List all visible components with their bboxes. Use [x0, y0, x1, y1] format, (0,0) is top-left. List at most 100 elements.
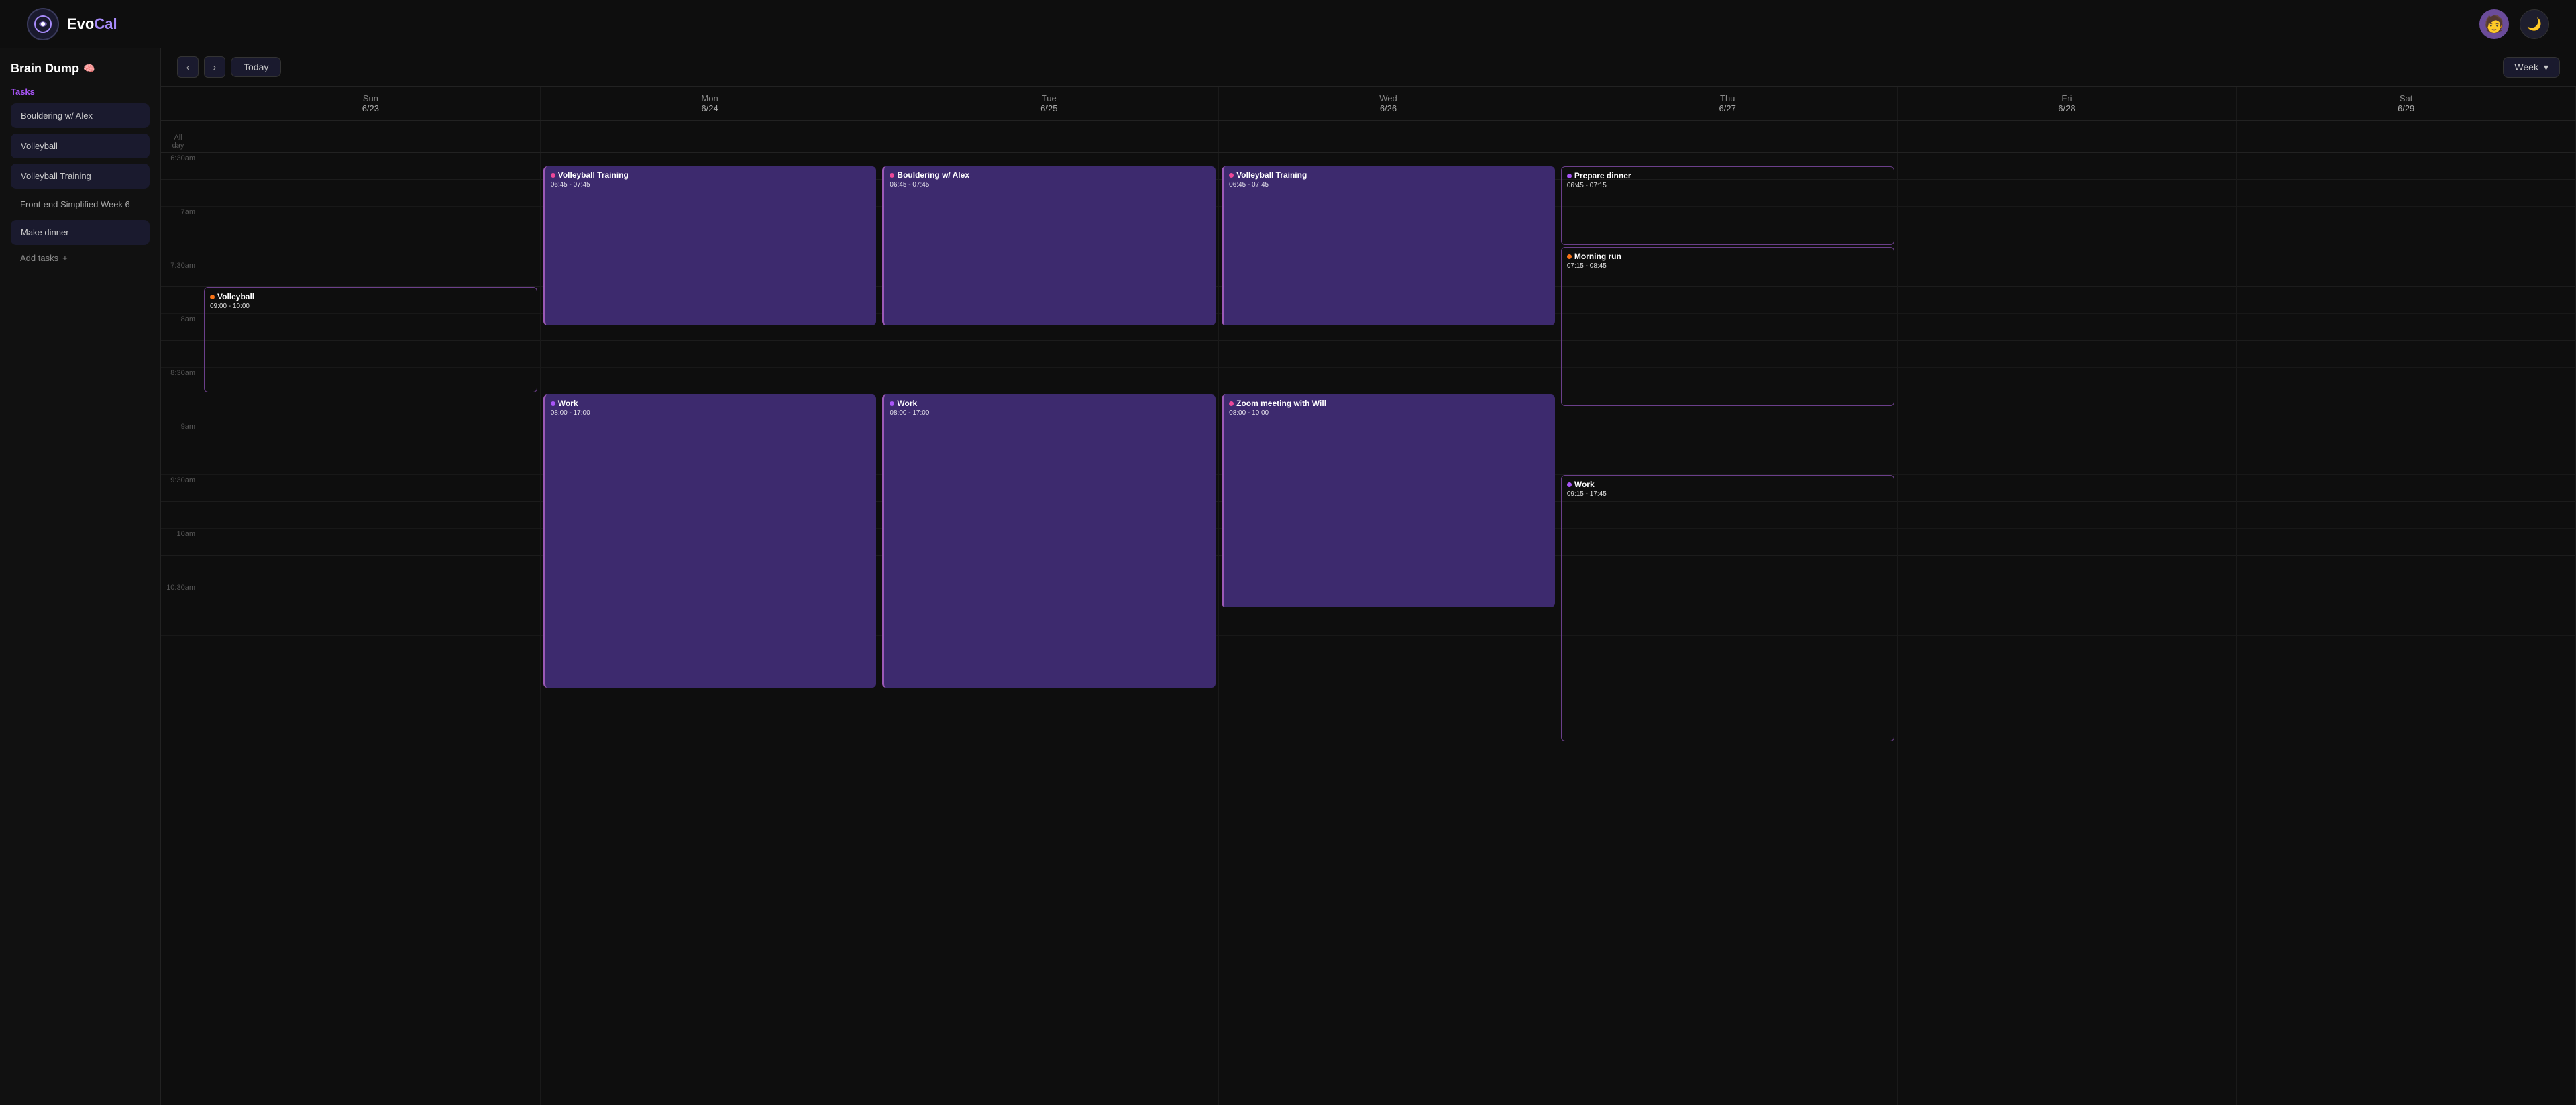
all-day-label: All day [161, 121, 201, 152]
avatar[interactable]: 🧑 [2479, 9, 2509, 39]
event-time: 06:45 - 07:45 [551, 181, 871, 189]
brain-dump-title: Brain Dump 🧠 [11, 62, 150, 76]
day-slot-5-7 [1898, 341, 2237, 368]
time-slot-half-9 [161, 394, 201, 421]
day-slot-6-17 [2237, 609, 2575, 636]
day-col-sun: Volleyball 09:00 - 10:00 [201, 153, 541, 1105]
day-slot-6-13 [2237, 502, 2575, 529]
time-column: 6:30am7am7:30am8am8:30am9am9:30am10am10:… [161, 153, 201, 1105]
time-label-8-30am: 8:30am [161, 368, 201, 394]
logo-area: EvoCal [27, 8, 117, 40]
event-4-0[interactable]: Prepare dinner 06:45 - 07:15 [1561, 166, 1894, 245]
day-col-sat [2237, 153, 2576, 1105]
all-day-mon [541, 121, 880, 152]
event-title: Bouldering w/ Alex [890, 170, 1210, 180]
day-slot-5-2 [1898, 207, 2237, 233]
day-slot-6-0 [2237, 153, 2575, 180]
event-time: 09:15 - 17:45 [1567, 490, 1888, 498]
event-title: Volleyball Training [551, 170, 871, 180]
day-col-thu: Prepare dinner 06:45 - 07:15 Morning run… [1558, 153, 1898, 1105]
event-3-1[interactable]: Zoom meeting with Will 08:00 - 10:00 [1222, 394, 1555, 607]
theme-toggle-button[interactable]: 🌙 [2520, 9, 2549, 39]
event-4-1[interactable]: Morning run 07:15 - 08:45 [1561, 247, 1894, 406]
day-slot-2-8 [879, 368, 1218, 394]
time-label-7am: 7am [161, 207, 201, 233]
all-day-thu [1558, 121, 1898, 152]
day-slot-5-9 [1898, 394, 2237, 421]
day-header-sun: Sun 6/23 [201, 87, 541, 120]
day-slot-3-7 [1219, 341, 1558, 368]
day-slot-5-15 [1898, 556, 2237, 582]
day-slot-6-3 [2237, 233, 2575, 260]
event-time: 06:45 - 07:45 [890, 181, 1210, 189]
day-slot-0-3 [201, 233, 540, 260]
event-2-1[interactable]: Work 08:00 - 17:00 [882, 394, 1216, 688]
add-tasks-button[interactable]: Add tasks + [11, 250, 150, 266]
day-slot-0-16 [201, 582, 540, 609]
event-time: 08:00 - 17:00 [890, 409, 1210, 417]
time-label-9-30am: 9:30am [161, 475, 201, 502]
event-title: Work [890, 399, 1210, 408]
event-time: 06:45 - 07:45 [1229, 181, 1550, 189]
event-title: Volleyball Training [1229, 170, 1550, 180]
day-slot-6-16 [2237, 582, 2575, 609]
event-4-2[interactable]: Work 09:15 - 17:45 [1561, 475, 1894, 741]
logo-icon[interactable] [27, 8, 59, 40]
day-slot-0-10 [201, 421, 540, 448]
sidebar: Brain Dump 🧠 Tasks Bouldering w/ Alex Vo… [0, 48, 161, 1105]
task-item-frontend[interactable]: Front-end Simplified Week 6 [11, 194, 150, 215]
day-slot-5-3 [1898, 233, 2237, 260]
day-headers-row: Sun 6/23 Mon 6/24 Tue 6/25 Wed 6/26 Thu [161, 87, 2576, 121]
logo-text: EvoCal [67, 15, 117, 33]
day-slot-6-15 [2237, 556, 2575, 582]
all-day-row: All day [161, 121, 2576, 153]
time-gutter-header [161, 87, 201, 120]
day-slot-5-11 [1898, 448, 2237, 475]
event-3-0[interactable]: Volleyball Training 06:45 - 07:45 [1222, 166, 1555, 325]
day-col-wed: Volleyball Training 06:45 - 07:45 Zoom m… [1219, 153, 1558, 1105]
all-day-sat [2237, 121, 2576, 152]
day-slot-5-8 [1898, 368, 2237, 394]
time-slot-half-11 [161, 448, 201, 475]
day-slot-4-11 [1558, 448, 1897, 475]
next-button[interactable]: › [204, 56, 225, 78]
day-slot-5-13 [1898, 502, 2237, 529]
day-header-thu: Thu 6/27 [1558, 87, 1898, 120]
all-day-wed [1219, 121, 1558, 152]
day-slot-0-4 [201, 260, 540, 287]
event-0-0[interactable]: Volleyball 09:00 - 10:00 [204, 287, 537, 392]
week-view-select[interactable]: Week ▾ [2503, 57, 2560, 78]
day-slot-5-17 [1898, 609, 2237, 636]
day-slot-5-4 [1898, 260, 2237, 287]
event-1-0[interactable]: Volleyball Training 06:45 - 07:45 [543, 166, 877, 325]
day-slot-0-1 [201, 180, 540, 207]
logo-cal: Cal [94, 15, 117, 32]
logo-evo: Evo [67, 15, 94, 32]
event-title: Morning run [1567, 252, 1888, 261]
day-slot-6-7 [2237, 341, 2575, 368]
task-item-bouldering[interactable]: Bouldering w/ Alex [11, 103, 150, 128]
prev-button[interactable]: ‹ [177, 56, 199, 78]
brain-emoji: 🧠 [83, 63, 95, 74]
day-slot-4-10 [1558, 421, 1897, 448]
day-slot-6-4 [2237, 260, 2575, 287]
time-slot-half-15 [161, 556, 201, 582]
event-title: Work [1567, 480, 1888, 489]
all-day-tue [879, 121, 1219, 152]
task-item-make-dinner[interactable]: Make dinner [11, 220, 150, 245]
day-slot-0-15 [201, 556, 540, 582]
task-item-volleyball-training[interactable]: Volleyball Training [11, 164, 150, 189]
event-1-1[interactable]: Work 08:00 - 17:00 [543, 394, 877, 688]
day-slot-6-14 [2237, 529, 2575, 556]
today-button[interactable]: Today [231, 57, 281, 77]
day-slot-5-16 [1898, 582, 2237, 609]
task-item-volleyball[interactable]: Volleyball [11, 134, 150, 158]
calendar-area: ‹ › Today Week ▾ Sun 6/23 [161, 48, 2576, 1105]
day-slot-6-9 [2237, 394, 2575, 421]
event-2-0[interactable]: Bouldering w/ Alex 06:45 - 07:45 [882, 166, 1216, 325]
day-slot-0-11 [201, 448, 540, 475]
day-slot-5-14 [1898, 529, 2237, 556]
event-time: 09:00 - 10:00 [210, 303, 531, 310]
calendar-grid: Sun 6/23 Mon 6/24 Tue 6/25 Wed 6/26 Thu [161, 87, 2576, 1105]
day-slot-6-2 [2237, 207, 2575, 233]
